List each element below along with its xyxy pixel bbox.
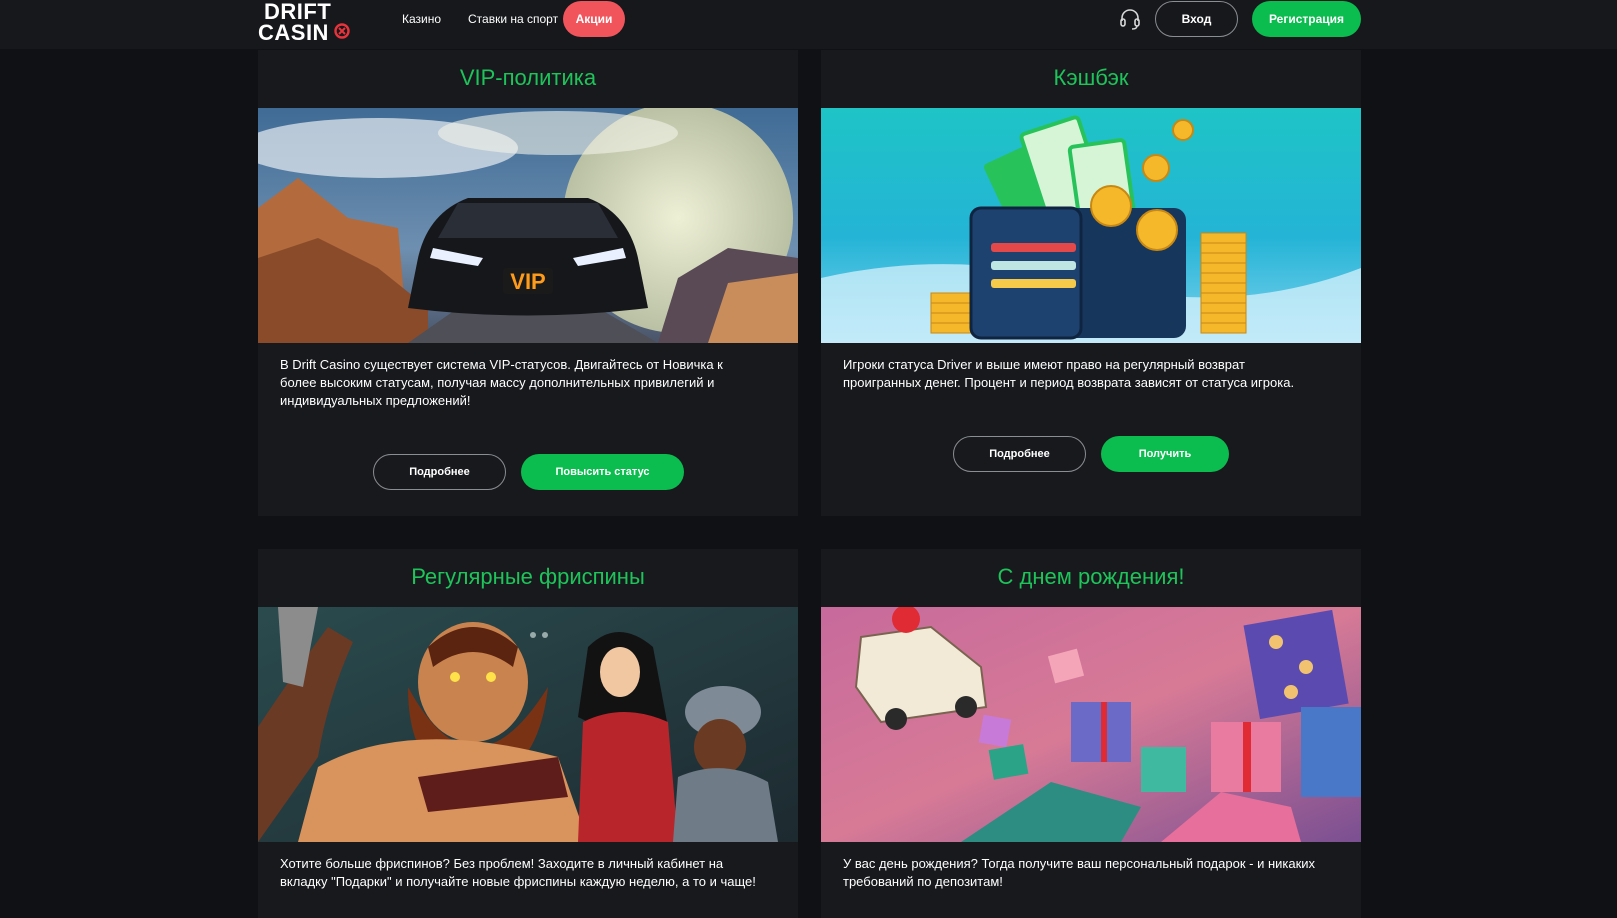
card-description: Игроки статуса Driver и выше имеют право… bbox=[843, 357, 1295, 390]
card-description: Хотите больше фриспинов? Без проблем! За… bbox=[280, 856, 756, 889]
vip-car-image: VIP bbox=[258, 108, 798, 343]
headset-icon[interactable] bbox=[1118, 7, 1142, 31]
card-title: Регулярные фриспины bbox=[411, 564, 645, 589]
cashback-more-button[interactable]: Подробнее bbox=[953, 436, 1086, 472]
register-button[interactable]: Регистрация bbox=[1252, 1, 1361, 37]
top-header: DRIFT CASIN Казино Ставки на спорт Акции… bbox=[0, 0, 1617, 49]
card-description: В Drift Casino существует система VIP-ст… bbox=[280, 357, 723, 408]
nav-casino-link[interactable]: Казино bbox=[402, 11, 441, 27]
card-description: У вас день рождения? Тогда получите ваш … bbox=[843, 856, 1316, 889]
get-cashback-button[interactable]: Получить bbox=[1101, 436, 1229, 472]
nav-promotions-link[interactable]: Акции bbox=[563, 1, 625, 37]
promo-card-cashback: Кэшбэк Игроки статуса Driver и выше имею… bbox=[821, 50, 1361, 516]
freespins-characters-image bbox=[258, 607, 798, 842]
card-title: С днем рождения! bbox=[997, 564, 1185, 589]
card-title: VIP-политика bbox=[459, 65, 597, 90]
raise-status-button[interactable]: Повысить статус bbox=[521, 454, 684, 490]
logo-o-mark-icon bbox=[334, 23, 350, 39]
promo-card-vip: VIP-политика VIP В Drift Casino существу… bbox=[258, 50, 798, 516]
nav-sports-betting-link[interactable]: Ставки на спорт bbox=[468, 11, 558, 27]
card-title: Кэшбэк bbox=[1053, 65, 1129, 90]
promo-card-birthday: С днем рождения! У вас день рождения? То… bbox=[821, 549, 1361, 918]
login-button[interactable]: Вход bbox=[1155, 1, 1238, 37]
vip-plate-text: VIP bbox=[510, 269, 545, 294]
vip-more-button[interactable]: Подробнее bbox=[373, 454, 506, 490]
birthday-gifts-image bbox=[821, 607, 1361, 842]
promo-card-freespins: Регулярные фриспины Хотите больше фриспи… bbox=[258, 549, 798, 918]
drift-casino-logo[interactable]: DRIFT CASIN bbox=[258, 0, 354, 46]
cashback-wallet-image bbox=[821, 108, 1361, 343]
logo-text-casino: CASIN bbox=[258, 20, 329, 45]
